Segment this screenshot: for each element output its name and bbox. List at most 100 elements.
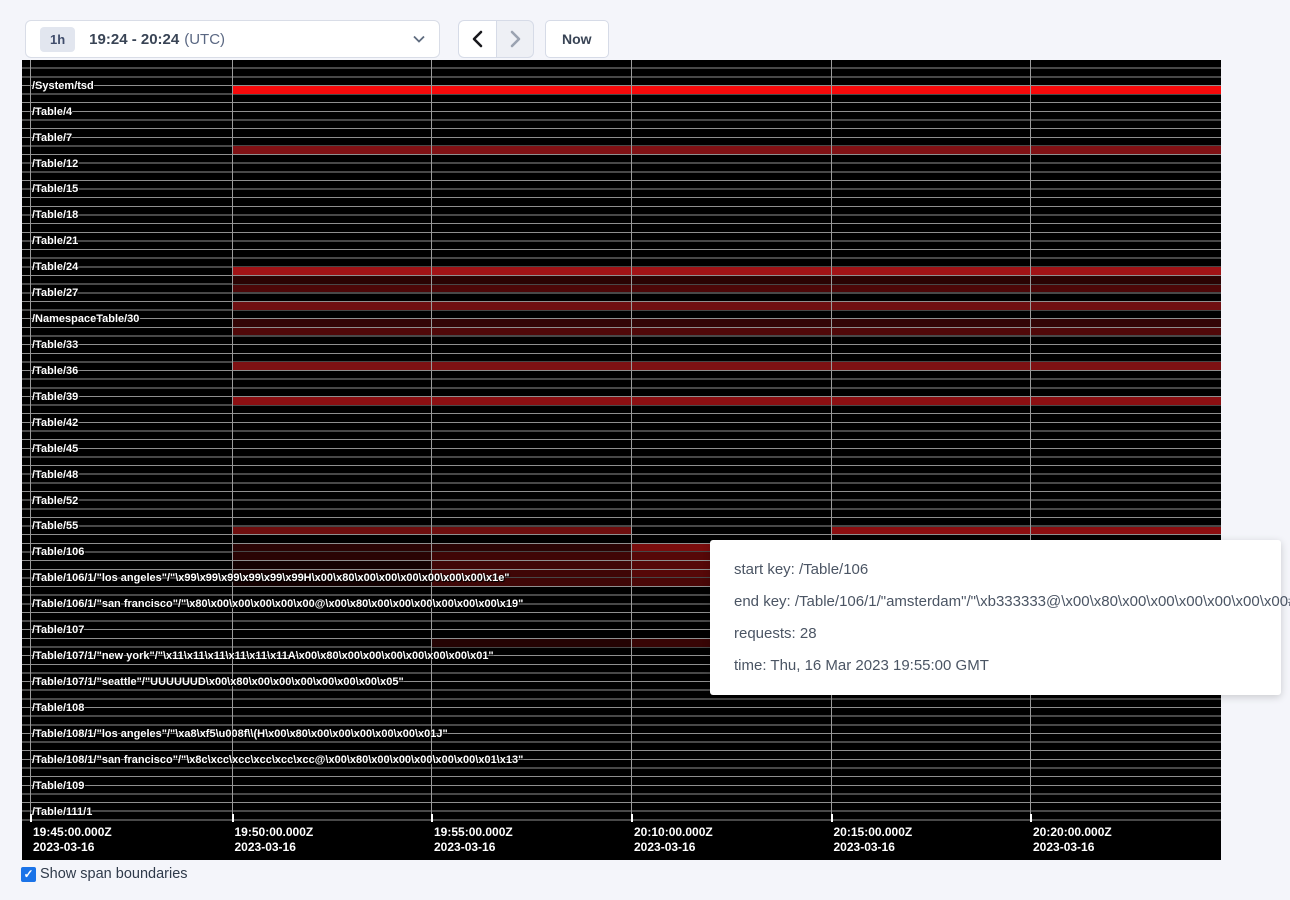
previous-interval-button[interactable] xyxy=(458,20,496,58)
heat-band xyxy=(431,561,631,569)
row-label: /Table/15 xyxy=(32,183,78,195)
heat-band xyxy=(431,639,631,647)
row-label: /NamespaceTable/30 xyxy=(32,313,139,325)
heat-band xyxy=(431,362,631,370)
time-range-selector[interactable]: 1h 19:24 - 20:24 (UTC) xyxy=(25,20,440,58)
axis-tick xyxy=(1030,814,1032,822)
axis-tick xyxy=(431,814,433,822)
heatmap-canvas[interactable]: 19:45:00.000Z 2023-03-1619:50:00.000Z 20… xyxy=(22,60,1221,860)
grid-line xyxy=(631,60,632,822)
row-label: /Table/36 xyxy=(32,365,78,377)
heat-band xyxy=(631,362,831,370)
heat-band xyxy=(831,328,1031,336)
next-interval-button[interactable] xyxy=(496,20,534,58)
row-label: /Table/55 xyxy=(32,520,78,532)
heat-band xyxy=(431,319,631,327)
row-label: /Table/109 xyxy=(32,780,84,792)
heat-band xyxy=(831,86,1031,94)
heat-band xyxy=(431,544,631,552)
row-label: /Table/18 xyxy=(32,209,78,221)
heat-band xyxy=(431,276,631,284)
row-label: /Table/4 xyxy=(32,106,72,118)
time-pager xyxy=(458,20,534,58)
now-button[interactable]: Now xyxy=(545,20,609,58)
axis-label: 20:20:00.000Z 2023-03-16 xyxy=(1033,825,1112,855)
row-label: /Table/12 xyxy=(32,158,78,170)
heat-band xyxy=(232,276,432,284)
heat-band xyxy=(831,267,1031,275)
heat-band xyxy=(232,267,432,275)
row-label: /Table/111/1 xyxy=(32,806,92,818)
heat-band xyxy=(232,86,432,94)
row-label: /Table/45 xyxy=(32,443,78,455)
heat-band xyxy=(431,578,631,586)
heat-band xyxy=(431,328,631,336)
show-span-boundaries-label: Show span boundaries xyxy=(40,866,188,882)
heat-band xyxy=(1030,86,1221,94)
heat-band xyxy=(1030,397,1221,405)
axis-tick xyxy=(232,814,234,822)
heat-band xyxy=(1030,146,1221,154)
axis-label: 19:45:00.000Z 2023-03-16 xyxy=(33,825,112,855)
span-boundary-lines xyxy=(22,60,1221,822)
row-label: /System/tsd xyxy=(32,80,94,92)
row-label: /Table/107/1/"seattle"/"UUUUUUD\x00\x80\… xyxy=(32,676,404,688)
heat-band xyxy=(232,397,432,405)
heat-band xyxy=(631,86,831,94)
row-label: /Table/52 xyxy=(32,495,78,507)
show-span-boundaries-control[interactable]: ✓ Show span boundaries xyxy=(21,866,188,882)
heat-band xyxy=(1030,276,1221,284)
row-label: /Table/48 xyxy=(32,469,78,481)
heat-band xyxy=(631,319,831,327)
heat-band xyxy=(232,527,432,535)
heat-band xyxy=(431,86,631,94)
heat-band xyxy=(232,328,432,336)
checkbox-checked-icon[interactable]: ✓ xyxy=(21,867,36,882)
row-label: /Table/39 xyxy=(32,391,78,403)
heat-band xyxy=(232,146,432,154)
row-label: /Table/108/1/"san francisco"/"\x8c\xcc\x… xyxy=(32,754,523,766)
heat-band xyxy=(232,362,432,370)
heat-band xyxy=(631,267,831,275)
heat-band xyxy=(831,527,1031,535)
axis-label: 19:55:00.000Z 2023-03-16 xyxy=(434,825,513,855)
heat-band xyxy=(1030,285,1221,293)
row-label: /Table/106/1/"los angeles"/"\x99\x99\x99… xyxy=(32,572,510,584)
row-label: /Table/21 xyxy=(32,235,78,247)
axis-label: 20:15:00.000Z 2023-03-16 xyxy=(834,825,913,855)
heat-band xyxy=(431,302,631,310)
axis-tick xyxy=(831,814,833,822)
heat-band xyxy=(431,570,631,578)
axis-label: 20:10:00.000Z 2023-03-16 xyxy=(634,825,713,855)
tooltip-end-key: end key: /Table/106/1/"amsterdam"/"\xb33… xyxy=(734,586,1257,618)
heat-band xyxy=(831,146,1031,154)
time-range-badge: 1h xyxy=(40,27,75,52)
heat-band xyxy=(1030,267,1221,275)
heat-band xyxy=(431,527,631,535)
heat-band xyxy=(831,362,1031,370)
row-label: /Table/106 xyxy=(32,546,84,558)
heat-band xyxy=(232,552,432,560)
row-label: /Table/107 xyxy=(32,624,84,636)
chevron-down-icon xyxy=(413,35,425,43)
row-label: /Table/108/1/"los angeles"/"\xa8\xf5\u00… xyxy=(32,728,448,740)
heat-band xyxy=(431,552,631,560)
tooltip-time: time: Thu, 16 Mar 2023 19:55:00 GMT xyxy=(734,650,1257,682)
heat-band xyxy=(831,285,1031,293)
heat-band xyxy=(631,276,831,284)
heat-band xyxy=(1030,362,1221,370)
heat-band xyxy=(631,328,831,336)
heat-band xyxy=(831,319,1031,327)
heat-band xyxy=(232,578,432,586)
range-tooltip: start key: /Table/106 end key: /Table/10… xyxy=(710,540,1281,695)
heat-band xyxy=(831,276,1031,284)
grid-line xyxy=(232,60,233,822)
row-label: /Table/7 xyxy=(32,132,72,144)
heat-band xyxy=(1030,319,1221,327)
heat-band xyxy=(431,397,631,405)
row-label: /Table/24 xyxy=(32,261,78,273)
grid-line xyxy=(30,60,31,822)
row-label: /Table/107/1/"new york"/"\x11\x11\x11\x1… xyxy=(32,650,494,662)
time-range-text: 19:24 - 20:24 xyxy=(89,31,179,48)
grid-line xyxy=(831,60,832,822)
